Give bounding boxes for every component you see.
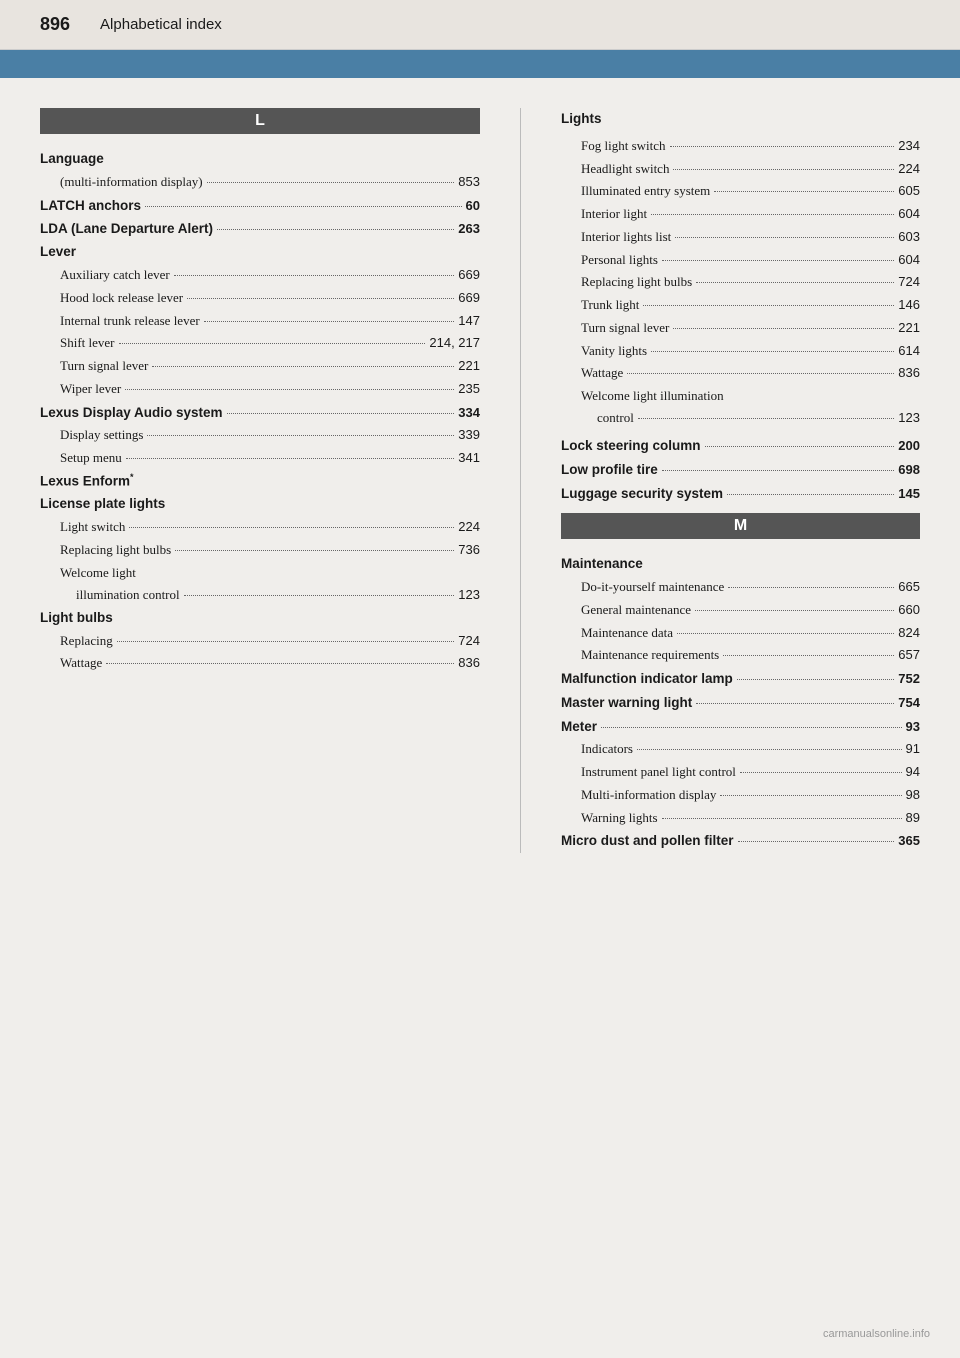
- enform-asterisk: *: [130, 472, 134, 482]
- right-column: Lights Fog light switch 234 Headlight sw…: [561, 108, 920, 853]
- header-title: Alphabetical index: [100, 16, 222, 33]
- entry-light-switch: Light switch 224: [40, 516, 480, 539]
- entry-luggage-security: Luggage security system 145: [561, 482, 920, 506]
- entry-replacing-lightbulbs: Replacing 724: [40, 630, 480, 653]
- entry-auxiliary-catch: Auxiliary catch lever 669: [40, 264, 480, 287]
- entry-lever: Lever: [40, 241, 480, 264]
- content-area: L Language (multi-information display) 8…: [0, 78, 960, 883]
- column-divider: [520, 108, 521, 853]
- entry-personal-lights: Personal lights 604: [561, 249, 920, 272]
- entry-welcome-control-right: control 123: [561, 407, 920, 430]
- entry-wattage-right: Wattage 836: [561, 362, 920, 385]
- entry-malfunction-indicator: Malfunction indicator lamp 752: [561, 667, 920, 691]
- entry-diy-maintenance: Do-it-yourself maintenance 665: [561, 576, 920, 599]
- entry-lock-steering: Lock steering column 200: [561, 434, 920, 458]
- entry-display-settings: Display settings 339: [40, 424, 480, 447]
- entry-illuminated-entry: Illuminated entry system 605: [561, 180, 920, 203]
- entry-general-maintenance: General maintenance 660: [561, 599, 920, 622]
- header-bar: 896 Alphabetical index: [0, 0, 960, 50]
- entry-interior-light: Interior light 604: [561, 203, 920, 226]
- entry-interior-lights-list: Interior lights list 603: [561, 226, 920, 249]
- entry-lexus-enform: Lexus Enform*: [40, 470, 480, 493]
- left-column: L Language (multi-information display) 8…: [40, 108, 480, 853]
- entry-language-multi: (multi-information display) 853: [40, 171, 480, 194]
- entry-low-profile-tire: Low profile tire 698: [561, 458, 920, 482]
- entry-multi-info-display: Multi-information display 98: [561, 784, 920, 807]
- section-m-header: M: [561, 513, 920, 539]
- entry-hood-lock: Hood lock release lever 669: [40, 287, 480, 310]
- entry-light-bulbs: Light bulbs: [40, 607, 480, 630]
- entry-fog-light-switch: Fog light switch 234: [561, 135, 920, 158]
- page-container: 896 Alphabetical index L Language (multi…: [0, 0, 960, 1358]
- entry-lda: LDA (Lane Departure Alert) 263: [40, 217, 480, 241]
- entry-setup-menu: Setup menu 341: [40, 447, 480, 470]
- entry-trunk-light: Trunk light 146: [561, 294, 920, 317]
- entry-vanity-lights: Vanity lights 614: [561, 340, 920, 363]
- entry-maintenance-requirements: Maintenance requirements 657: [561, 644, 920, 667]
- entry-indicators: Indicators 91: [561, 738, 920, 761]
- entry-headlight-switch: Headlight switch 224: [561, 158, 920, 181]
- entry-turn-signal-lever: Turn signal lever 221: [40, 355, 480, 378]
- entry-welcome-light-label: Welcome light: [40, 562, 480, 584]
- entry-instrument-panel-light: Instrument panel light control 94: [561, 761, 920, 784]
- entry-meter: Meter 93: [561, 715, 920, 739]
- entry-welcome-illumination-control: illumination control 123: [40, 584, 480, 607]
- entry-lights: Lights: [561, 108, 920, 131]
- entry-internal-trunk: Internal trunk release lever 147: [40, 310, 480, 333]
- entry-replacing-light-bulbs-right: Replacing light bulbs 724: [561, 271, 920, 294]
- entry-latch: LATCH anchors 60: [40, 194, 480, 218]
- entry-wiper-lever: Wiper lever 235: [40, 378, 480, 401]
- entry-lexus-display-audio: Lexus Display Audio system 334: [40, 401, 480, 425]
- entry-language: Language: [40, 148, 480, 171]
- entry-maintenance: Maintenance: [561, 553, 920, 576]
- watermark: carmanualsonline.info: [823, 1328, 930, 1340]
- entry-shift-lever: Shift lever 214, 217: [40, 332, 480, 355]
- entry-wattage-lightbulbs: Wattage 836: [40, 652, 480, 675]
- entry-replacing-light-bulbs-license: Replacing light bulbs 736: [40, 539, 480, 562]
- section-l-header: L: [40, 108, 480, 134]
- entry-maintenance-data: Maintenance data 824: [561, 622, 920, 645]
- entry-micro-dust-pollen: Micro dust and pollen filter 365: [561, 829, 920, 853]
- entry-welcome-light-illumination: Welcome light illumination: [561, 385, 920, 407]
- accent-bar: [0, 50, 960, 78]
- entry-warning-lights: Warning lights 89: [561, 807, 920, 830]
- page-number: 896: [40, 14, 70, 35]
- entry-turn-signal-lever-right: Turn signal lever 221: [561, 317, 920, 340]
- entry-master-warning: Master warning light 754: [561, 691, 920, 715]
- entry-license-plate-lights: License plate lights: [40, 493, 480, 516]
